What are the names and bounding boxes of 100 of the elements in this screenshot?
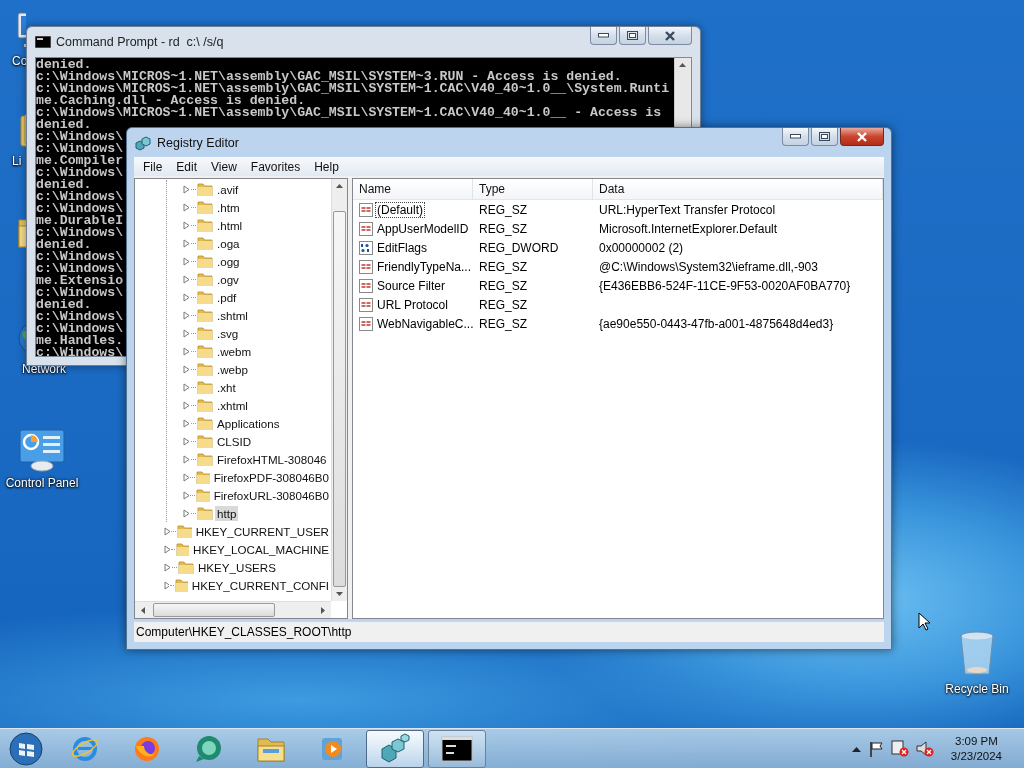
console-line: c:\Windows\	[36, 287, 124, 299]
tree-item[interactable]: .ogg	[215, 253, 242, 269]
value-name[interactable]: Source Filter	[375, 277, 448, 294]
recycle-bin-icon[interactable]	[957, 630, 997, 678]
folder-icon	[197, 506, 213, 520]
value-name[interactable]: URL Protocol	[375, 296, 450, 313]
tree-item[interactable]: .ogv	[215, 271, 241, 287]
tree-item[interactable]: FirefoxHTML-308046	[215, 451, 329, 467]
tree-item[interactable]: .webm	[215, 343, 254, 359]
console-line: c:\Windows\	[36, 203, 124, 215]
tree-item[interactable]: .svg	[215, 325, 241, 341]
string-value-icon	[358, 277, 374, 294]
console-line: c:\Windows\	[36, 167, 124, 179]
clock-time[interactable]: 3:09 PM	[955, 733, 998, 749]
tree-item[interactable]: http	[215, 505, 239, 521]
tree-item[interactable]: HKEY_CURRENT_USER	[193, 523, 331, 539]
window-title: Command Prompt - rd c:\ /s/q	[56, 35, 225, 49]
close-icon	[664, 30, 676, 41]
terminal-icon	[441, 735, 473, 762]
caret-icon[interactable]	[851, 745, 861, 752]
icon-label[interactable]: Li	[12, 154, 22, 168]
folder-icon	[197, 290, 213, 304]
taskbar-button[interactable]	[428, 729, 486, 768]
console-line: c:\Windows\	[36, 131, 124, 143]
folder-icon	[197, 416, 213, 430]
icon-label[interactable]: Network	[22, 362, 66, 376]
scroll-thumb[interactable]	[333, 211, 346, 587]
table-cell-text: REG_SZ	[478, 278, 528, 293]
menu-item[interactable]: View	[204, 159, 244, 174]
console-line: me.Extensio	[36, 275, 124, 287]
table-cell-text: {ae90e550-0443-47fb-a001-4875648d4ed3}	[598, 316, 834, 331]
value-name[interactable]: AppUserModelID	[375, 220, 471, 237]
console-line: c:\Windows\	[36, 191, 124, 203]
tree-item[interactable]: .webp	[215, 361, 250, 377]
status-text: Computer\HKEY_CLASSES_ROOT\http	[136, 625, 352, 639]
menu-item[interactable]: File	[136, 159, 170, 174]
column-header[interactable]: Type	[473, 179, 593, 199]
console-line: denied.	[36, 299, 92, 311]
table-cell-text: {E436EBB6-524F-11CE-9F53-0020AF0BA770}	[598, 278, 851, 293]
value-name[interactable]: (Default)	[375, 201, 425, 218]
console-line: c:\Windows\	[36, 251, 124, 263]
icon-label[interactable]: Recycle Bin	[945, 682, 1009, 696]
start-button[interactable]	[8, 730, 44, 767]
folder-icon	[197, 308, 213, 322]
folder-icon	[197, 254, 213, 268]
tree-item[interactable]: .pdf	[215, 289, 239, 305]
maximize-button[interactable]	[619, 27, 646, 45]
icon-label[interactable]: Control Panel	[5, 476, 79, 490]
table-cell-text: REG_SZ	[478, 316, 528, 331]
tree-item[interactable]: .avif	[215, 181, 241, 197]
icon-label[interactable]: Co	[12, 54, 28, 68]
network-error-icon[interactable]	[890, 740, 909, 757]
folder-icon	[177, 524, 192, 538]
folder-icon	[197, 326, 213, 340]
tree-item[interactable]: FirefoxPDF-308046B0	[211, 469, 331, 485]
tree-item[interactable]: Applications	[215, 415, 282, 431]
tree-item[interactable]: HKEY_USERS	[196, 559, 278, 575]
value-name[interactable]: WebNavigableC...	[375, 315, 476, 332]
value-name[interactable]: FriendlyTypeNa...	[375, 258, 474, 275]
muted-speaker-icon[interactable]	[915, 740, 934, 757]
column-header[interactable]: Name	[353, 179, 473, 199]
menu-item[interactable]: Edit	[169, 159, 205, 174]
scrollbar[interactable]	[331, 179, 347, 601]
tree-item[interactable]: .htm	[215, 199, 242, 215]
tree-item[interactable]: .shtml	[215, 307, 250, 323]
console-line: denied.	[36, 239, 92, 251]
minimize-button[interactable]	[782, 128, 809, 146]
folder-icon	[197, 452, 213, 466]
close-button[interactable]	[840, 128, 884, 146]
menu-item[interactable]: Help	[307, 159, 346, 174]
string-value-icon	[358, 201, 374, 218]
tree-item[interactable]: .html	[215, 217, 245, 233]
maximize-button[interactable]	[811, 128, 838, 146]
tree-item[interactable]: .xhtml	[215, 397, 250, 413]
tree-item[interactable]: HKEY_LOCAL_MACHINE	[191, 541, 331, 557]
clock-date[interactable]: 3/23/2024	[950, 748, 1002, 764]
tree-item[interactable]: .xht	[215, 379, 238, 395]
close-button[interactable]	[648, 27, 692, 45]
tree-item[interactable]: FirefoxURL-308046B0	[211, 487, 331, 503]
scroll-thumb[interactable]	[153, 603, 275, 617]
folder-icon	[197, 398, 213, 412]
table-cell-text: REG_SZ	[478, 202, 528, 217]
flag-icon[interactable]	[867, 740, 884, 757]
tree-item[interactable]: HKEY_CURRENT_CONFI	[189, 577, 331, 593]
console-line: denied.	[36, 119, 92, 131]
scrollbar[interactable]	[135, 601, 331, 618]
value-name[interactable]: EditFlags	[375, 239, 430, 256]
column-header[interactable]: Data	[593, 179, 883, 199]
table-cell-text: REG_DWORD	[478, 240, 560, 255]
string-value-icon	[358, 315, 374, 332]
console-line: c:\Windows\	[36, 263, 124, 275]
folder-icon	[197, 218, 213, 232]
table-cell-text: 0x00000002 (2)	[598, 240, 684, 255]
tree-item[interactable]: .oga	[215, 235, 242, 251]
left-arrow-icon[interactable]	[139, 605, 147, 615]
minimize-button[interactable]	[590, 27, 617, 45]
tree-item[interactable]: CLSID	[215, 433, 254, 449]
control-panel-icon[interactable]	[18, 428, 66, 472]
right-arrow-icon[interactable]	[319, 605, 327, 615]
menu-item[interactable]: Favorites	[243, 159, 308, 174]
